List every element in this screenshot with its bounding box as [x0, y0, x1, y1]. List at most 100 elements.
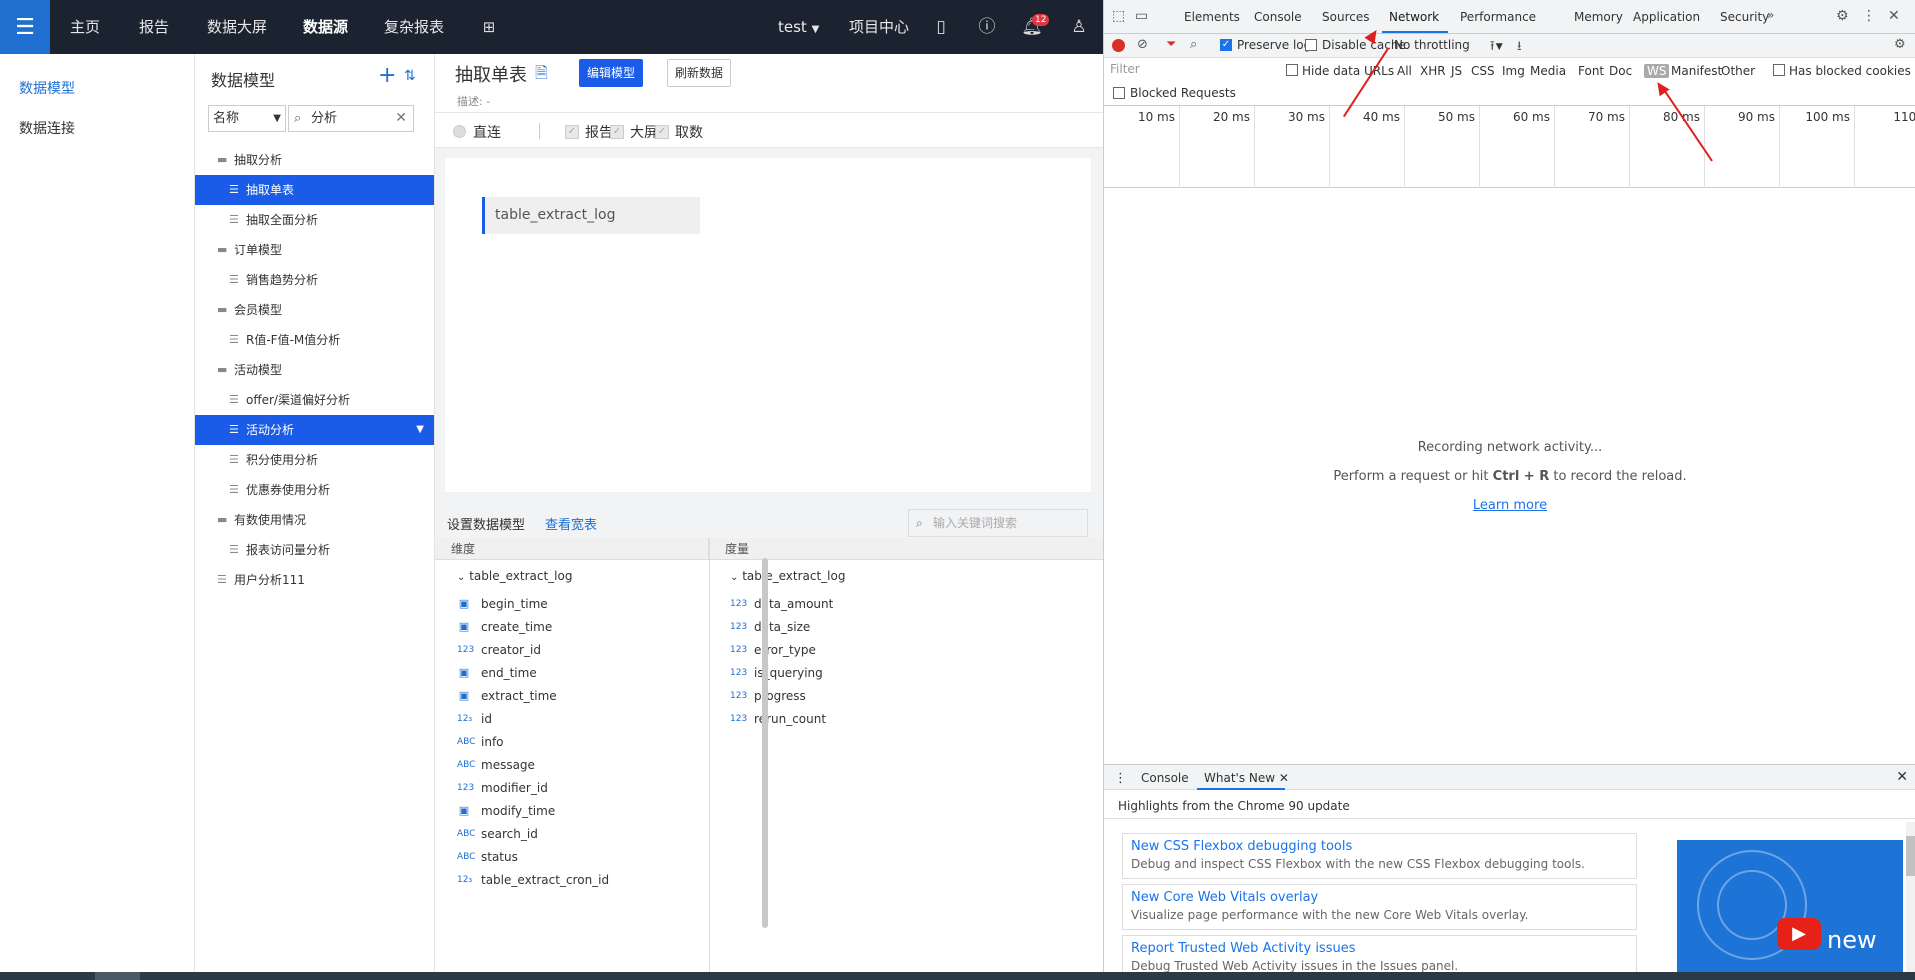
keyword-search-input[interactable]: ⌕ 输入关键词搜索: [908, 509, 1088, 537]
field-item[interactable]: ABC search_id: [457, 824, 697, 844]
nav-datasource[interactable]: 数据源: [303, 0, 348, 54]
filter-type-other[interactable]: Other: [1721, 64, 1755, 78]
whats-new-card[interactable]: New CSS Flexbox debugging tools Debug and…: [1122, 833, 1637, 879]
nav-home[interactable]: 主页: [70, 0, 100, 54]
close-drawer-icon[interactable]: ✕: [1896, 769, 1908, 785]
direct-radio[interactable]: [453, 125, 466, 138]
nav-dashboard[interactable]: 数据大屏: [207, 0, 267, 54]
learn-more-link[interactable]: Learn more: [1104, 498, 1915, 513]
filter-type-js[interactable]: JS: [1451, 64, 1462, 78]
scrollbar[interactable]: [762, 558, 768, 928]
tab-security[interactable]: Security: [1720, 10, 1769, 24]
hide-data-urls-checkbox[interactable]: [1286, 64, 1298, 76]
tab-sources[interactable]: Sources: [1322, 10, 1369, 24]
filter-type-img[interactable]: Img: [1502, 64, 1525, 78]
clear-icon[interactable]: ✕: [395, 106, 407, 131]
disable-cache-checkbox[interactable]: [1305, 39, 1317, 51]
search-icon[interactable]: ⌕: [1190, 37, 1197, 52]
tree-item[interactable]: ☰ offer/渠道偏好分析: [195, 385, 434, 415]
filter-type-ws[interactable]: WS: [1644, 64, 1670, 78]
help-icon[interactable]: ⓘ: [976, 16, 998, 38]
filter-icon[interactable]: ⏷: [1166, 37, 1176, 52]
search-field-select[interactable]: 名称 ▼: [208, 105, 286, 132]
field-item[interactable]: ▣ create_time: [457, 617, 697, 637]
tablet-icon[interactable]: ▯: [930, 16, 952, 38]
tree-item[interactable]: ▬ 订单模型: [195, 235, 434, 265]
field-item[interactable]: ABC status: [457, 847, 697, 867]
menu-icon[interactable]: ☰: [0, 0, 50, 54]
tab-memory[interactable]: Memory: [1574, 10, 1623, 24]
field-item[interactable]: ABC message: [457, 755, 697, 775]
add-icon[interactable]: +: [378, 63, 396, 88]
blocked-requests-checkbox[interactable]: [1113, 87, 1125, 99]
whats-new-card[interactable]: New Core Web Vitals overlay Visualize pag…: [1122, 884, 1637, 930]
drawer-tab-console[interactable]: Console: [1141, 771, 1189, 785]
measure-group[interactable]: ⌄ table_extract_log: [730, 569, 845, 583]
close-icon[interactable]: ✕: [1279, 771, 1289, 785]
filter-input[interactable]: Filter: [1110, 62, 1275, 80]
upload-icon[interactable]: ⭱: [1490, 37, 1495, 59]
edit-model-button[interactable]: 编辑模型: [579, 59, 643, 87]
drawer-tab-whats-new[interactable]: What's New ✕: [1204, 771, 1289, 785]
gear-icon[interactable]: ⚙: [1894, 37, 1906, 52]
filter-type-css[interactable]: CSS: [1471, 64, 1495, 78]
device-toolbar-icon[interactable]: ▭: [1135, 8, 1148, 24]
inspect-icon[interactable]: ⬚: [1112, 8, 1125, 24]
promo-video-thumbnail[interactable]: ▶ new: [1677, 840, 1903, 972]
tree-item[interactable]: ☰ R值-F值-M值分析: [195, 325, 434, 355]
field-item[interactable]: 123 modifier_id: [457, 778, 697, 798]
gear-icon[interactable]: ⚙: [1836, 8, 1849, 24]
field-item[interactable]: 12₃ table_extract_cron_id: [457, 870, 697, 890]
tab-network[interactable]: Network: [1389, 10, 1439, 24]
network-timeline[interactable]: 10 ms 20 ms 30 ms 40 ms 50 ms 60 ms 70 ms 80 ms…: [1104, 106, 1915, 188]
sort-icon[interactable]: ⇅: [404, 68, 416, 84]
tree-item[interactable]: ☰ 销售趋势分析: [195, 265, 434, 295]
blocked-cookies-checkbox[interactable]: [1773, 64, 1785, 76]
tab-console[interactable]: Console: [1254, 10, 1302, 24]
screen-checkbox[interactable]: ✓: [610, 125, 624, 139]
view-wide-table-link[interactable]: 查看宽表: [545, 514, 597, 533]
tree-item[interactable]: ☰ 积分使用分析: [195, 445, 434, 475]
tree-item[interactable]: ☰ 用户分析111: [195, 565, 434, 595]
user-dropdown[interactable]: test ▼: [778, 0, 819, 54]
download-icon[interactable]: ⭳: [1517, 37, 1522, 59]
field-item[interactable]: ▣ end_time: [457, 663, 697, 683]
scrollbar-thumb[interactable]: [1906, 836, 1915, 876]
throttling-select[interactable]: No throttling ▼: [1394, 38, 1503, 52]
more-tabs-icon[interactable]: »: [1767, 8, 1774, 22]
card-title[interactable]: Report Trusted Web Activity issues: [1131, 941, 1628, 956]
tree-item[interactable]: ▬ 抽取分析: [195, 145, 434, 175]
field-item[interactable]: 123 creator_id: [457, 640, 697, 660]
card-title[interactable]: New CSS Flexbox debugging tools: [1131, 839, 1628, 854]
tree-item[interactable]: ☰ 报表访问量分析: [195, 535, 434, 565]
tree-item[interactable]: ▬ 有数使用情况: [195, 505, 434, 535]
table-node[interactable]: table_extract_log: [482, 197, 700, 234]
tree-item[interactable]: ☰ 活动分析 ▼: [195, 415, 434, 445]
nav-complex-report[interactable]: 复杂报表: [384, 0, 444, 54]
filter-type-doc[interactable]: Doc: [1609, 64, 1632, 78]
dimension-group[interactable]: ⌄ table_extract_log: [457, 569, 572, 583]
filter-type-xhr[interactable]: XHR: [1420, 64, 1446, 78]
filter-type-media[interactable]: Media: [1530, 64, 1566, 78]
tab-performance[interactable]: Performance: [1460, 10, 1536, 24]
add-box-icon[interactable]: ⊞: [478, 16, 500, 38]
nav-report[interactable]: 报告: [139, 0, 169, 54]
drawer-menu-icon[interactable]: ⋮: [1114, 771, 1127, 786]
tree-item[interactable]: ▬ 会员模型: [195, 295, 434, 325]
kebab-icon[interactable]: ⋮: [1862, 8, 1876, 24]
card-title[interactable]: New Core Web Vitals overlay: [1131, 890, 1628, 905]
refresh-data-button[interactable]: 刷新数据: [667, 59, 731, 87]
clear-icon[interactable]: ⊘: [1137, 37, 1148, 52]
filter-type-font[interactable]: Font: [1578, 64, 1604, 78]
report-checkbox[interactable]: ✓: [565, 125, 579, 139]
user-icon[interactable]: ♙: [1068, 16, 1090, 38]
record-icon[interactable]: [1112, 39, 1125, 52]
project-center-link[interactable]: 项目中心: [849, 0, 909, 54]
sidebar-item-data-connection[interactable]: 数据连接: [19, 118, 75, 138]
tree-search-input[interactable]: ⌕ 分析 ✕: [288, 105, 414, 132]
play-icon[interactable]: ▶: [1777, 918, 1821, 950]
field-item[interactable]: ▣ extract_time: [457, 686, 697, 706]
field-item[interactable]: ABC info: [457, 732, 697, 752]
close-icon[interactable]: ✕: [1888, 8, 1900, 24]
sidebar-item-data-model[interactable]: 数据模型: [19, 78, 75, 98]
